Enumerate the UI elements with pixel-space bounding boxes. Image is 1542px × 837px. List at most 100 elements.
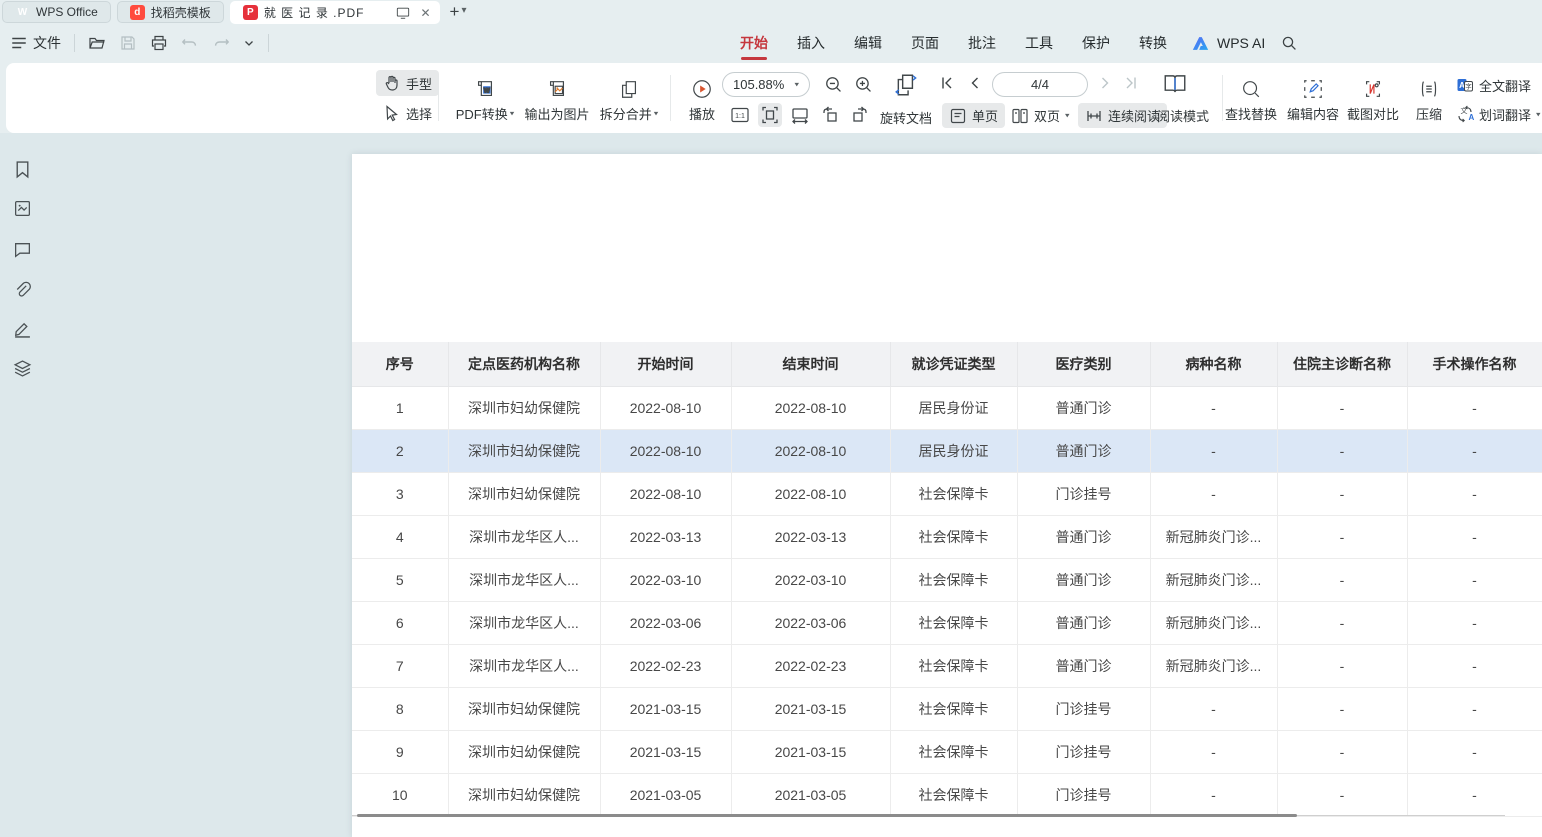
hand-tool-button[interactable]: 手型	[376, 70, 439, 96]
new-tab-button[interactable]: +	[450, 1, 460, 23]
table-cell: 2021-03-15	[600, 730, 731, 773]
ribbon-tab-1[interactable]: 插入	[797, 33, 825, 53]
table-cell: 7	[352, 644, 448, 687]
table-cell: 门诊挂号	[1017, 472, 1150, 515]
print-icon[interactable]	[150, 34, 168, 52]
ribbon-tab-3[interactable]: 页面	[911, 33, 939, 53]
table-cell: 普通门诊	[1017, 515, 1150, 558]
first-page-icon[interactable]	[939, 75, 955, 91]
table-cell: 深圳市龙华区人...	[448, 558, 600, 601]
rotate-right-button[interactable]	[848, 103, 872, 127]
bookmark-icon[interactable]	[13, 160, 32, 179]
svg-text:A: A	[1469, 113, 1475, 122]
table-cell: 1	[352, 386, 448, 429]
table-cell: 2022-03-10	[600, 558, 731, 601]
compress-button[interactable]: 压缩	[1406, 70, 1452, 123]
page-indicator-input[interactable]: 4/4	[992, 72, 1088, 97]
document-tab-title: 就 医 记 录 .PDF	[264, 4, 365, 21]
table-cell: 社会保障卡	[890, 515, 1017, 558]
tab-document-pdf[interactable]: P 就 医 记 录 .PDF ✕	[230, 1, 440, 24]
table-cell: -	[1407, 644, 1542, 687]
table-cell: 社会保障卡	[890, 558, 1017, 601]
ribbon-tab-5[interactable]: 工具	[1025, 33, 1053, 53]
single-page-button[interactable]: 单页	[942, 103, 1005, 128]
split-merge-button[interactable]: 拆分合并▾	[586, 70, 672, 123]
table-row: 9深圳市妇幼保健院2021-03-152021-03-15社会保障卡门诊挂号--…	[352, 730, 1542, 773]
table-cell: -	[1150, 773, 1277, 816]
next-page-icon[interactable]	[1097, 75, 1113, 91]
word-translate-icon: 文A	[1456, 105, 1474, 123]
comment-icon[interactable]	[13, 240, 32, 259]
table-cell: 深圳市妇幼保健院	[448, 687, 600, 730]
zoom-out-icon[interactable]	[824, 75, 843, 94]
rotate-pages-icon[interactable]	[894, 72, 920, 98]
table-cell: -	[1407, 429, 1542, 472]
last-page-icon[interactable]	[1123, 75, 1139, 91]
double-page-button[interactable]: 双页 ▾	[1004, 103, 1077, 128]
select-tool-button[interactable]: 选择	[376, 100, 439, 126]
full-translate-button[interactable]: A字 全文翻译	[1452, 72, 1535, 98]
double-page-icon	[1011, 107, 1029, 125]
thumbnails-icon[interactable]	[13, 199, 32, 218]
play-button[interactable]: 播放	[674, 70, 730, 123]
table-cell: 2022-08-10	[600, 429, 731, 472]
wps-ai-label[interactable]: WPS AI	[1217, 35, 1265, 51]
table-cell: 新冠肺炎门诊...	[1150, 601, 1277, 644]
table-cell: 2022-02-23	[600, 644, 731, 687]
previous-page-icon[interactable]	[967, 75, 983, 91]
tab-wps-office[interactable]: W WPS Office	[2, 1, 111, 23]
table-cell: -	[1277, 472, 1407, 515]
continuous-read-icon	[1085, 107, 1103, 125]
ribbon-tab-7[interactable]: 转换	[1139, 33, 1167, 53]
tab-docer-templates[interactable]: d 找稻壳模板	[117, 1, 224, 23]
table-cell: 8	[352, 687, 448, 730]
column-header: 开始时间	[600, 342, 731, 386]
medical-records-table: 序号定点医药机构名称开始时间结束时间就诊凭证类型医疗类别病种名称住院主诊断名称手…	[352, 342, 1542, 817]
search-icon[interactable]	[1281, 35, 1297, 51]
word-translate-button[interactable]: 文A 划词翻译 ▾	[1452, 101, 1542, 127]
find-replace-icon	[1240, 78, 1262, 100]
signature-pen-icon[interactable]	[13, 319, 32, 338]
open-file-icon[interactable]	[88, 34, 106, 52]
table-cell: 2022-02-23	[731, 644, 890, 687]
undo-icon[interactable]	[181, 34, 199, 52]
rotate-left-button[interactable]	[818, 103, 842, 127]
read-mode-book-icon[interactable]	[1162, 71, 1188, 97]
ribbon-tab-4[interactable]: 批注	[968, 33, 996, 53]
screenshot-compare-button[interactable]: 截图对比	[1342, 70, 1404, 123]
ribbon-tab-6[interactable]: 保护	[1082, 33, 1110, 53]
zoom-level-select[interactable]: 105.88%▾	[722, 72, 810, 97]
attachment-icon[interactable]	[13, 280, 32, 299]
docer-icon: d	[130, 5, 145, 20]
ribbon-tab-2[interactable]: 编辑	[854, 33, 882, 53]
screen-share-icon[interactable]	[396, 6, 410, 20]
table-cell: 2021-03-05	[731, 773, 890, 816]
table-row: 2深圳市妇幼保健院2022-08-102022-08-10居民身份证普通门诊--…	[352, 429, 1542, 472]
find-replace-button[interactable]: 查找替换	[1220, 70, 1282, 123]
chevron-down-icon: ▾	[794, 80, 799, 89]
read-mode-button[interactable]: 阅读模式	[1150, 103, 1216, 128]
svg-text:字: 字	[1465, 82, 1472, 91]
rotate-doc-label[interactable]: 旋转文档	[880, 108, 932, 127]
zoom-in-icon[interactable]	[854, 75, 873, 94]
ribbon-tab-0[interactable]: 开始	[740, 33, 768, 53]
close-tab-icon[interactable]: ✕	[420, 6, 430, 20]
edit-content-button[interactable]: 编辑内容	[1282, 70, 1344, 123]
redo-icon[interactable]	[212, 34, 230, 52]
save-icon[interactable]	[119, 34, 137, 52]
tab-list-chevron-icon[interactable]: ▾	[461, 5, 466, 16]
hand-icon	[383, 74, 401, 92]
table-cell: -	[1407, 730, 1542, 773]
file-menu[interactable]: 文件	[10, 33, 61, 53]
table-cell: -	[1407, 515, 1542, 558]
split-merge-icon	[618, 78, 640, 100]
actual-size-button[interactable]: 1:1	[728, 103, 752, 127]
horizontal-scrollbar-thumb[interactable]	[357, 814, 1297, 817]
layers-icon[interactable]	[13, 359, 32, 378]
undo-redo-chevron-icon[interactable]	[243, 34, 255, 52]
fit-width-button[interactable]	[788, 103, 812, 127]
table-cell: 普通门诊	[1017, 558, 1150, 601]
fit-page-button[interactable]	[758, 103, 782, 127]
table-cell: -	[1150, 730, 1277, 773]
play-icon	[691, 78, 713, 100]
